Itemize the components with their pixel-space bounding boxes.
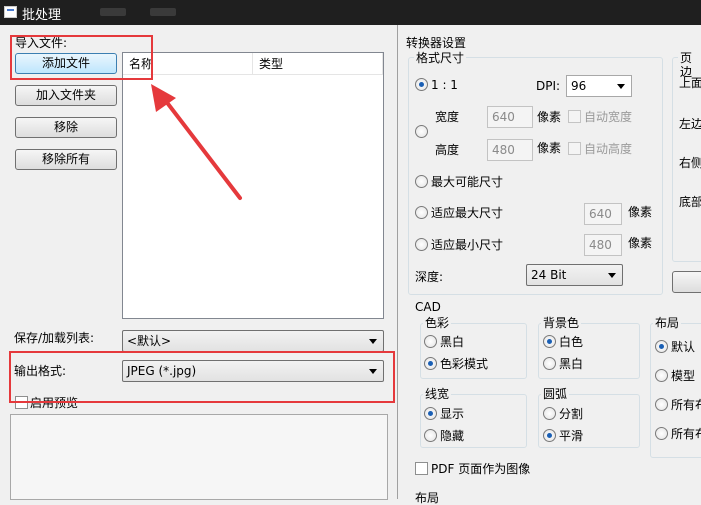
app-icon <box>4 6 17 18</box>
annotation-highlight-box <box>10 35 153 80</box>
layout-section-partial-title: 布局 <box>415 491 440 505</box>
depth-label: 深度: <box>415 270 444 284</box>
arc-smooth-radio[interactable] <box>543 429 556 442</box>
format-size-title: 格式尺寸 <box>414 51 467 65</box>
lineweight-hide-label: 隐藏 <box>440 429 465 443</box>
blurred-tab <box>150 8 176 16</box>
lineweight-show-label: 显示 <box>440 407 465 421</box>
max-possible-size-label: 最大可能尺寸 <box>431 175 504 189</box>
fit-min-unit-label: 像素 <box>628 236 653 250</box>
chevron-down-icon <box>608 273 616 278</box>
fit-min-size-input[interactable]: 480 <box>584 234 622 256</box>
blurred-tab <box>100 8 126 16</box>
title-bar: 批处理 <box>0 0 701 25</box>
layout-default-label: 默认 <box>671 340 696 354</box>
color-mode-label: 色彩模式 <box>440 357 489 371</box>
height-unit-label: 像素 <box>537 141 562 155</box>
remove-all-button[interactable]: 移除所有 <box>15 149 117 170</box>
pdf-as-image-label: PDF 页面作为图像 <box>431 462 531 476</box>
layout-default-radio[interactable] <box>655 340 668 353</box>
background-color-title: 背景色 <box>541 316 582 330</box>
auto-width-label: 自动宽度 <box>584 110 633 124</box>
fit-max-size-input[interactable]: 640 <box>584 203 622 225</box>
depth-select[interactable]: 24 Bit <box>526 264 623 286</box>
width-unit-label: 像素 <box>537 110 562 124</box>
ratio-1-1-radio[interactable] <box>415 78 428 91</box>
arc-smooth-label: 平滑 <box>559 429 584 443</box>
pane-divider <box>397 25 398 499</box>
fit-min-size-radio[interactable] <box>415 238 428 251</box>
fit-max-unit-label: 像素 <box>628 205 653 219</box>
save-load-list-value: <默认> <box>127 334 172 348</box>
lineweight-show-radio[interactable] <box>424 407 437 420</box>
depth-value: 24 Bit <box>531 268 567 282</box>
margins-title: 页边 <box>678 51 701 79</box>
chevron-down-icon <box>369 339 377 344</box>
layout-model-label: 模型 <box>671 369 696 383</box>
fit-min-size-label: 适应最小尺寸 <box>431 238 504 252</box>
ratio-1-1-label: 1 : 1 <box>431 78 458 92</box>
pdf-as-image-checkbox[interactable] <box>415 462 428 475</box>
background-bw-label: 黑白 <box>559 357 584 371</box>
background-bw-radio[interactable] <box>543 357 556 370</box>
preview-panel <box>10 414 388 500</box>
arc-split-radio[interactable] <box>543 407 556 420</box>
layout-all-2-radio[interactable] <box>655 427 668 440</box>
color-bw-label: 黑白 <box>440 335 465 349</box>
background-white-radio[interactable] <box>543 335 556 348</box>
margins-action-button[interactable] <box>672 271 701 293</box>
layout-all-1-label: 所有布 <box>671 398 701 412</box>
save-load-list-select[interactable]: <默认> <box>122 330 384 352</box>
background-color-group <box>538 323 640 379</box>
max-possible-size-radio[interactable] <box>415 175 428 188</box>
auto-height-label: 自动高度 <box>584 142 633 156</box>
color-bw-radio[interactable] <box>424 335 437 348</box>
save-load-list-label: 保存/加载列表: <box>14 331 95 345</box>
layout-all-1-radio[interactable] <box>655 398 668 411</box>
arc-title: 圆弧 <box>541 387 570 401</box>
lineweight-group <box>420 394 527 448</box>
dpi-value: 96 <box>571 79 587 93</box>
lineweight-title: 线宽 <box>423 387 452 401</box>
remove-button[interactable]: 移除 <box>15 117 117 138</box>
height-input[interactable]: 480 <box>487 139 533 161</box>
color-group-title: 色彩 <box>423 316 452 330</box>
margin-top-label: 上面 <box>679 76 701 90</box>
fit-max-size-radio[interactable] <box>415 206 428 219</box>
dpi-label: DPI: <box>536 79 561 93</box>
width-label: 宽度 <box>435 110 460 124</box>
fit-max-size-label: 适应最大尺寸 <box>431 206 504 220</box>
margin-right-label: 右侧 <box>679 156 701 170</box>
annotation-arrow-icon <box>151 84 242 200</box>
converter-settings-title: 转换器设置 <box>406 36 467 50</box>
lineweight-hide-radio[interactable] <box>424 429 437 442</box>
dpi-select[interactable]: 96 <box>566 75 632 97</box>
layout-all-2-label: 所有布 <box>671 427 701 441</box>
custom-size-radio[interactable] <box>415 125 428 138</box>
cad-section-title: CAD <box>415 300 441 314</box>
auto-width-checkbox[interactable] <box>568 110 581 123</box>
annotation-highlight-box <box>9 351 395 403</box>
chevron-down-icon <box>617 84 625 89</box>
margin-bottom-label: 底部 <box>679 195 701 209</box>
background-white-label: 白色 <box>559 335 584 349</box>
auto-height-checkbox[interactable] <box>568 142 581 155</box>
margin-left-label: 左边 <box>679 117 701 131</box>
width-input[interactable]: 640 <box>487 106 533 128</box>
window-title: 批处理 <box>22 8 62 23</box>
add-folder-button[interactable]: 加入文件夹 <box>15 85 117 106</box>
arc-split-label: 分割 <box>559 407 584 421</box>
layout-group-title: 布局 <box>653 316 682 330</box>
layout-model-radio[interactable] <box>655 369 668 382</box>
color-mode-radio[interactable] <box>424 357 437 370</box>
column-header-type[interactable]: 类型 <box>253 53 383 75</box>
height-label: 高度 <box>435 143 460 157</box>
